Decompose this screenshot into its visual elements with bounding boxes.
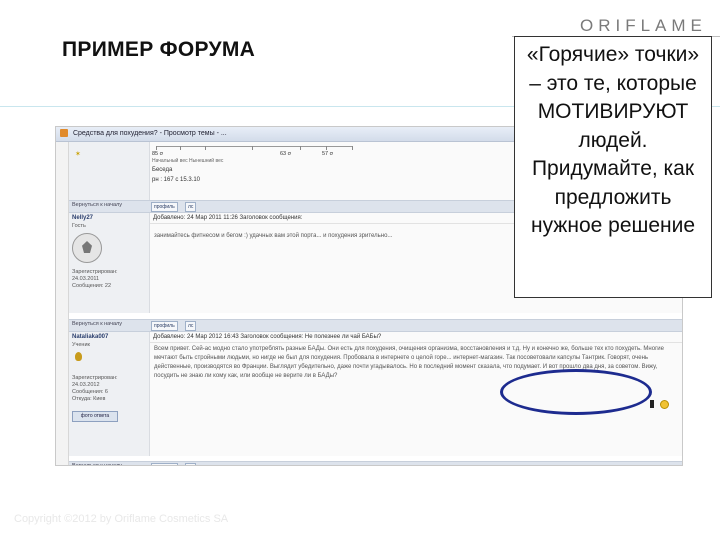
callout-box: «Горячие» точки» – это те, которые МОТИВ… (514, 36, 712, 298)
pm-button[interactable]: лс (185, 321, 197, 331)
topic-word: Беседа (152, 167, 173, 173)
chart-tick (180, 146, 181, 150)
back-to-top-link[interactable]: Вернуться к началу (72, 321, 122, 327)
chart-caption: Начальный вес Нынешний вес (152, 158, 224, 164)
chart-tick (326, 146, 327, 150)
post-user-rank: Гость (72, 223, 86, 229)
highlight-ellipse (500, 369, 652, 415)
drink-icon (650, 400, 654, 408)
callout-text: «Горячие» точки» – это те, которые МОТИВ… (526, 43, 700, 237)
post-header: Добавлено: 24 Мар 2012 16:43 Заголовок с… (150, 332, 682, 343)
star-icon: ✶ (75, 151, 81, 158)
chart-label: 63 σ (280, 151, 292, 157)
post-city: Откуда: Киев (72, 396, 106, 402)
post-left-column: ✶ (69, 142, 150, 200)
chart-tick (205, 146, 206, 150)
rank-medal-icon (75, 352, 82, 361)
chart-label: 85 σ (152, 151, 164, 157)
post-registered: Зарегистрирован: 24.03.2012 (72, 375, 118, 388)
profile-button[interactable]: профиль (151, 321, 178, 331)
post-message-count: Сообщения: 22 (72, 283, 112, 289)
pm-button[interactable]: лс (185, 463, 197, 465)
chart-tick (156, 146, 157, 150)
profile-button[interactable]: профиль (151, 202, 178, 212)
post-username[interactable]: Nataliаka007 (69, 332, 149, 342)
oriflame-logo: ORIFLAME (580, 16, 707, 35)
chart-label: 57 σ (322, 151, 334, 157)
back-to-top-link[interactable]: Вернуться к началу (72, 202, 122, 208)
post-toolbar: Вернуться к началу профиль лс (69, 319, 682, 332)
post-left-column: Nataliаka007 Ученик Зарегистрирован: 24.… (69, 332, 150, 456)
back-to-top-link[interactable]: Вернуться к началу (72, 463, 122, 465)
chart-tick (300, 146, 301, 150)
photo-reply-button[interactable]: фото ответа (72, 411, 118, 422)
post-left-column: Nelly27 Гость Зарегистрирован: 24.03.201… (69, 213, 150, 313)
post-message-count: Сообщения: 6 (72, 389, 108, 395)
post-username[interactable]: Nelly27 (69, 213, 149, 223)
window-title: Средства для похудения? - Просмотр темы … (72, 130, 227, 137)
profile-button[interactable]: профиль (151, 463, 178, 465)
copyright-text: Copyright ©2012 by Oriflame Cosmetics SA (14, 513, 229, 525)
smiley-icon (660, 400, 669, 409)
browser-icon (60, 129, 68, 138)
chart-tick (252, 146, 253, 150)
pm-button[interactable]: лс (185, 202, 197, 212)
post-registered: Зарегистрирован: 24.03.2011 (72, 269, 118, 282)
weight-chart: 85 σ 63 σ 57 σ Начальный вес Нынешний ве… (150, 142, 410, 164)
chart-axis (156, 146, 352, 147)
slide-title: ПРИМЕР ФОРУМА (62, 38, 256, 61)
avatar (72, 233, 102, 263)
post-toolbar: Вернуться к началу профиль лс (69, 461, 682, 465)
topic-meta: рн : 167 с 15.3.10 (152, 177, 201, 183)
post-user-rank: Ученик (72, 342, 90, 348)
chart-tick (352, 146, 353, 150)
